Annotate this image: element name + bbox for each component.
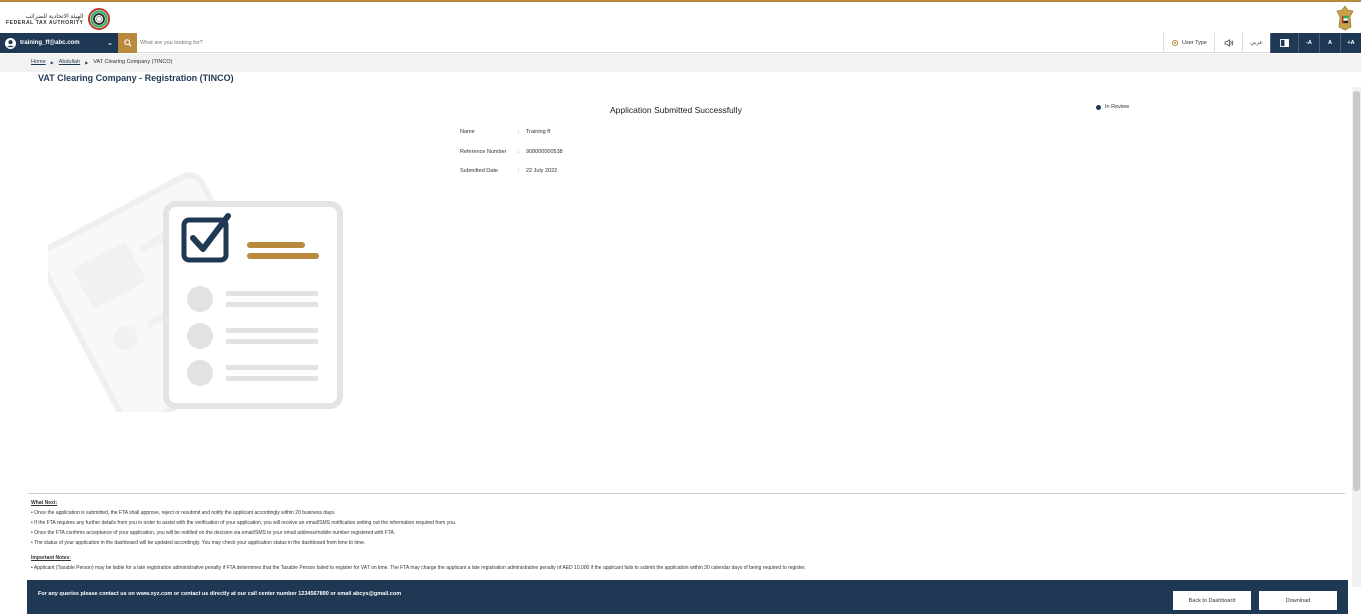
font-increase-label: +A [1347, 40, 1355, 46]
user-avatar-icon [5, 37, 16, 49]
font-decrease-button[interactable]: -A [1298, 33, 1319, 53]
application-submitted-illustration-icon [48, 172, 343, 412]
language-toggle[interactable]: عربي [1242, 33, 1270, 53]
what-next-item: • If the FTA requires any further detail… [31, 520, 457, 526]
detail-label: Reference Number [460, 148, 507, 155]
detail-value: 908000000538 [526, 148, 563, 155]
status-badge: In Review [1096, 104, 1129, 110]
fta-emblem-icon [87, 8, 110, 30]
header: الهيئة الاتحادية للضرائب FEDERAL TAX AUT… [0, 4, 1361, 33]
breadcrumb: Home ▶ Abdullah ▶ VAT Clearing Company (… [31, 59, 172, 65]
user-type-label: User Type [1182, 40, 1207, 46]
back-to-dashboard-button[interactable]: Back to Dashboard [1173, 591, 1251, 610]
detail-value: Training ff [526, 129, 551, 135]
detail-colon: : [518, 168, 520, 174]
breadcrumb-current: VAT Clearing Company (TINCO) [93, 59, 173, 65]
font-decrease-label: -A [1306, 40, 1312, 46]
status-dot-icon [1096, 104, 1101, 110]
breadcrumb-home-link[interactable]: Home [31, 59, 46, 65]
breadcrumb-separator-icon: ▶ [50, 59, 54, 65]
fta-logo[interactable]: الهيئة الاتحادية للضرائب FEDERAL TAX AUT… [6, 8, 110, 30]
footer-bar: For any queries please contact us on www… [27, 580, 1348, 614]
contrast-icon [1280, 39, 1289, 47]
audio-button[interactable] [1214, 33, 1242, 53]
logo-arabic-text: الهيئة الاتحادية للضرائب [25, 13, 84, 20]
what-next-item: • Once the application is submitted, the… [31, 510, 336, 516]
notes-divider [28, 493, 1345, 494]
detail-row-date: Submitted Date : 22 July 2022 [460, 168, 563, 188]
font-normal-button[interactable]: A [1319, 33, 1340, 53]
font-increase-button[interactable]: +A [1340, 33, 1361, 53]
user-menu[interactable]: training_ff@abc.com ⌄ [0, 33, 118, 53]
logo-text: الهيئة الاتحادية للضرائب FEDERAL TAX AUT… [6, 13, 84, 26]
uae-emblem-icon [1336, 5, 1354, 31]
application-details: Name : Training ff Reference Number : 90… [460, 129, 563, 188]
download-button[interactable]: Download [1259, 591, 1337, 610]
important-notes-heading: Important Notes: [31, 555, 71, 561]
gear-icon [1171, 39, 1179, 47]
detail-label: Submitted Date [460, 168, 498, 174]
font-normal-label: A [1328, 40, 1332, 46]
what-next-heading: What Next: [31, 500, 58, 506]
detail-label: Name [460, 129, 475, 135]
notes-section: What Next: • Once the application is sub… [31, 498, 1331, 573]
page-title: VAT Clearing Company - Registration (TIN… [38, 73, 234, 83]
what-next-item: • The status of your application in the … [31, 540, 366, 546]
toolbar-right: User Type عربي -A A +A [1163, 33, 1361, 53]
detail-row-reference: Reference Number : 908000000538 [460, 149, 563, 169]
user-email: training_ff@abc.com [20, 40, 80, 46]
contact-text: For any queries please contact us on www… [38, 591, 402, 597]
speaker-icon [1224, 39, 1233, 47]
user-type-button[interactable]: User Type [1163, 33, 1214, 53]
scrollbar-thumb[interactable] [1353, 91, 1360, 491]
important-note-item: • Applicant (Taxable Person) may be liab… [31, 565, 806, 571]
search-icon [123, 39, 132, 47]
contrast-toggle[interactable] [1270, 33, 1298, 53]
chevron-down-icon: ⌄ [107, 40, 113, 47]
detail-row-name: Name : Training ff [460, 129, 563, 149]
top-toolbar: training_ff@abc.com ⌄ User Type عربي [0, 33, 1361, 53]
status-label: In Review [1105, 104, 1130, 110]
detail-colon: : [518, 129, 520, 135]
search-input[interactable] [140, 35, 740, 51]
logo-english-text: FEDERAL TAX AUTHORITY [6, 19, 84, 26]
breadcrumb-bar [0, 54, 1361, 72]
what-next-item: • Once the FTA confirms acceptance of yo… [31, 530, 396, 536]
language-label: عربي [1250, 40, 1263, 46]
scrollbar[interactable] [1352, 87, 1361, 587]
breadcrumb-user-link[interactable]: Abdullah [59, 59, 80, 65]
breadcrumb-separator-icon: ▶ [85, 59, 89, 65]
detail-colon: : [518, 148, 520, 155]
search-button[interactable] [118, 33, 137, 53]
detail-value: 22 July 2022 [526, 168, 558, 174]
success-title: Application Submitted Successfully [610, 105, 742, 115]
